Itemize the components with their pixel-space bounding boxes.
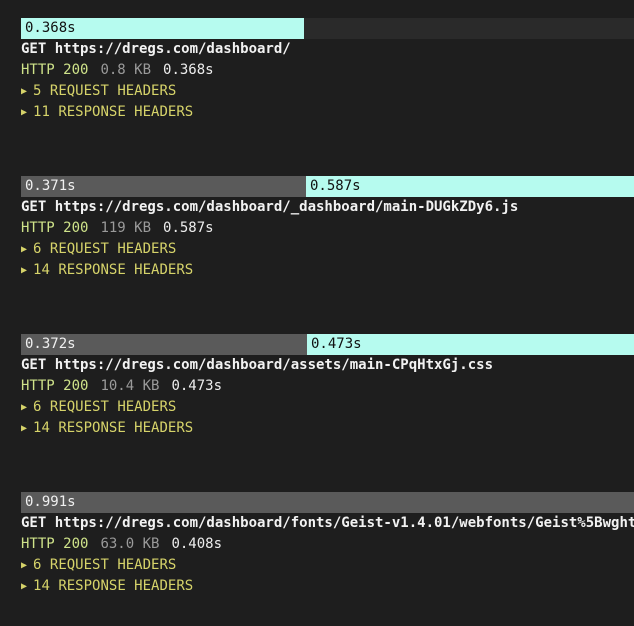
expand-triangle-icon: ▶ [21, 107, 28, 118]
wait-segment: 0.372s [21, 334, 307, 355]
request-line[interactable]: GET https://dregs.com/dashboard/assets/m… [21, 355, 634, 376]
timing-bar: 0.991s [21, 492, 634, 513]
request-headers-label: 6 REQUEST HEADERS [33, 241, 177, 257]
request-headers-toggle[interactable]: ▶ 6 REQUEST HEADERS [21, 397, 634, 418]
request-headers-toggle[interactable]: ▶ 6 REQUEST HEADERS [21, 239, 634, 260]
response-headers-toggle[interactable]: ▶ 11 RESPONSE HEADERS [21, 102, 634, 123]
response-headers-label: 14 RESPONSE HEADERS [33, 262, 194, 278]
expand-triangle-icon: ▶ [21, 560, 28, 571]
request-entry: 0.368s GET https://dregs.com/dashboard/ … [0, 18, 634, 123]
timing-bar: 0.372s 0.473s [21, 334, 634, 355]
response-size: 119 KB [100, 220, 152, 236]
response-headers-label: 14 RESPONSE HEADERS [33, 420, 194, 436]
response-headers-toggle[interactable]: ▶ 14 RESPONSE HEADERS [21, 260, 634, 281]
expand-triangle-icon: ▶ [21, 423, 28, 434]
request-headers-label: 6 REQUEST HEADERS [33, 399, 177, 415]
duration-segment: 0.368s [21, 18, 304, 39]
request-entry: 0.991s GET https://dregs.com/dashboard/f… [0, 492, 634, 597]
timing-bar: 0.371s 0.587s [21, 176, 634, 197]
request-line[interactable]: GET https://dregs.com/dashboard/ [21, 39, 634, 60]
status-code: HTTP 200 [21, 220, 89, 236]
request-headers-label: 6 REQUEST HEADERS [33, 557, 177, 573]
status-code: HTTP 200 [21, 62, 89, 78]
response-headers-toggle[interactable]: ▶ 14 RESPONSE HEADERS [21, 418, 634, 439]
expand-triangle-icon: ▶ [21, 265, 28, 276]
duration-segment: 0.473s [307, 334, 634, 355]
request-entry: 0.372s 0.473s GET https://dregs.com/dash… [0, 334, 634, 439]
expand-triangle-icon: ▶ [21, 402, 28, 413]
response-time: 0.368s [163, 62, 214, 78]
response-size: 63.0 KB [100, 536, 160, 552]
response-summary: HTTP 200 119 KB 0.587s [21, 218, 634, 239]
status-code: HTTP 200 [21, 378, 89, 394]
status-code: HTTP 200 [21, 536, 89, 552]
response-headers-label: 14 RESPONSE HEADERS [33, 578, 194, 594]
wait-segment: 0.371s [21, 176, 306, 197]
response-time: 0.408s [171, 536, 223, 552]
timing-bar: 0.368s [21, 18, 634, 39]
duration-segment: 0.587s [306, 176, 634, 197]
request-line[interactable]: GET https://dregs.com/dashboard/_dashboa… [21, 197, 634, 218]
response-size: 0.8 KB [100, 62, 152, 78]
response-time: 0.473s [171, 378, 223, 394]
expand-triangle-icon: ▶ [21, 244, 28, 255]
response-time: 0.587s [163, 220, 214, 236]
request-headers-toggle[interactable]: ▶ 6 REQUEST HEADERS [21, 555, 634, 576]
response-summary: HTTP 200 10.4 KB 0.473s [21, 376, 634, 397]
expand-triangle-icon: ▶ [21, 86, 28, 97]
wait-segment: 0.991s [21, 492, 634, 513]
request-headers-label: 5 REQUEST HEADERS [33, 83, 177, 99]
response-summary: HTTP 200 63.0 KB 0.408s [21, 534, 634, 555]
response-headers-toggle[interactable]: ▶ 14 RESPONSE HEADERS [21, 576, 634, 597]
response-size: 10.4 KB [100, 378, 160, 394]
expand-triangle-icon: ▶ [21, 581, 28, 592]
response-headers-label: 11 RESPONSE HEADERS [33, 104, 194, 120]
request-headers-toggle[interactable]: ▶ 5 REQUEST HEADERS [21, 81, 634, 102]
request-line[interactable]: GET https://dregs.com/dashboard/fonts/Ge… [21, 513, 634, 534]
request-entry: 0.371s 0.587s GET https://dregs.com/dash… [0, 176, 634, 281]
response-summary: HTTP 200 0.8 KB 0.368s [21, 60, 634, 81]
